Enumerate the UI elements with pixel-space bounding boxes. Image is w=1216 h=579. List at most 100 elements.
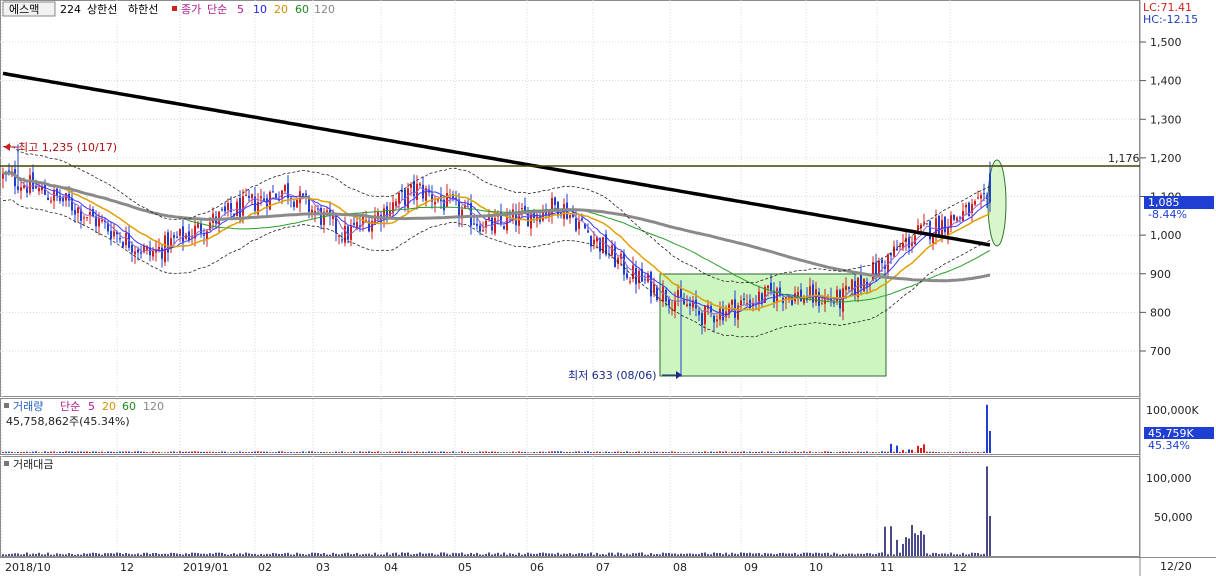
volume-bar [257,451,259,453]
amount-bar [119,553,121,556]
amount-bar [836,554,838,556]
volume-bar [650,452,652,453]
candle [968,201,970,216]
volume-current: 45,758,862주(45.34%) [6,415,130,428]
volume-bar [773,452,775,453]
amount-bar [785,554,787,556]
volume-bar [167,452,169,453]
amount-bar [71,554,73,556]
volume-bar [314,452,316,453]
volume-bar [116,452,118,453]
volume-bar [533,452,535,453]
amount-bar [728,555,730,556]
volume-bar [242,452,244,453]
volume-ma120: 120 [143,400,164,413]
volume-bar [527,452,529,453]
amount-bar [335,554,337,556]
amount-bar [950,553,952,556]
volume-bar [395,452,397,453]
amount-bar [98,554,100,556]
volume-bar [905,452,907,453]
volume-bar [851,452,853,453]
amount-bar [974,553,976,556]
volume-bar [701,452,703,453]
volume-ma5: 5 [88,400,95,413]
amount-bar [569,553,571,556]
volume-bar [890,444,892,453]
volume-bar [263,452,265,453]
amount-bar [866,553,868,556]
amount-bar [803,553,805,556]
volume-bar [218,452,220,453]
amount-bar [185,553,187,556]
volume-bar [704,451,706,453]
volume-bar [464,452,466,453]
date-tick: 02 [258,561,272,574]
volume-bar [575,452,577,453]
amount-tick-100k: 100,000 [1146,472,1192,485]
amount-bar [911,525,913,556]
amount-bar [821,554,823,556]
amount-bar [644,555,646,556]
amount-bar [722,554,724,556]
volume-bar [494,452,496,453]
amount-bar [620,553,622,556]
amount-bar [827,553,829,556]
volume-bar [143,452,145,453]
volume-bar [899,452,901,453]
volume-bar [566,452,568,453]
amount-bar [356,553,358,556]
amount-bar [272,553,274,556]
amount-bar [155,553,157,556]
amount-bar [146,553,148,556]
hc-label: HC:-12.15 [1143,13,1198,26]
volume-bar [80,452,82,453]
amount-bar [14,553,16,556]
amount-bar [20,555,22,556]
volume-bar [491,452,493,453]
volume-bar [869,452,871,453]
amount-bar [536,554,538,556]
amount-bar [737,554,739,556]
volume-bar [836,452,838,453]
amount-bar [362,554,364,556]
volume-bar [716,452,718,453]
volume-bar [683,452,685,453]
amount-bar [710,554,712,556]
amount-bar [782,553,784,556]
amount-bar [920,531,922,556]
amount-bar [92,553,94,556]
amount-bar [848,554,850,556]
amount-bar [743,553,745,556]
volume-bar [290,452,292,453]
volume-bar [587,451,589,453]
chart-canvas[interactable]: 1,5001,4001,3001,2001,1001,000900800700 … [0,0,1216,576]
amount-bar [233,553,235,556]
amount-bar [446,554,448,556]
volume-bar [632,452,634,453]
volume-bar [746,452,748,453]
amount-bar [101,555,103,556]
amount-bar [467,554,469,556]
volume-bar [362,452,364,453]
amount-bar [512,554,514,556]
high-marker: 최고 1,235 (10/17) [4,141,117,154]
date-tick: 07 [596,561,610,574]
volume-title: 거래량 [13,400,43,413]
amount-bar [587,554,589,556]
volume-bar [161,452,163,453]
volume-bar [14,452,16,453]
simple-label: 단순 [207,3,227,16]
volume-bar [419,452,421,453]
volume-bar [254,452,256,453]
amount-bar [293,554,295,556]
volume-bar [179,451,181,453]
amount-bar [956,554,958,556]
volume-bar [947,452,949,453]
amount-bar [716,553,718,556]
amount-bar [197,553,199,556]
date-right: 12/20 [1160,560,1192,573]
volume-bar [182,452,184,453]
volume-simple: 단순 [60,400,80,413]
volume-bar [908,449,910,453]
